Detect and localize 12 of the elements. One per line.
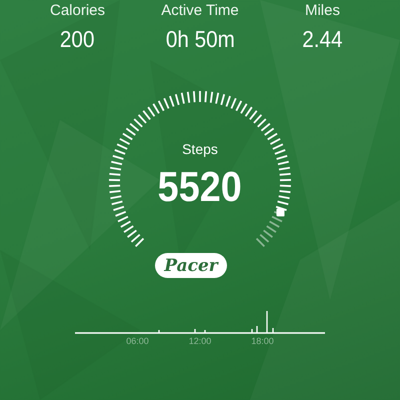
time-label: 12:00 <box>188 336 212 347</box>
stat-value: 2.44 <box>302 26 343 52</box>
steps-count: 5520 <box>158 164 242 210</box>
steps-label: Steps <box>182 140 218 158</box>
stat-label: Miles <box>304 2 340 20</box>
stat-label: Calories <box>50 2 106 20</box>
brand-logo: Pacer <box>155 253 227 278</box>
stat-label: Active Time <box>161 2 239 20</box>
time-label: 18:00 <box>251 336 274 347</box>
stat-value: 0h 50m <box>165 26 235 52</box>
stat-value: 200 <box>60 26 95 52</box>
time-label: 06:00 <box>126 336 149 347</box>
